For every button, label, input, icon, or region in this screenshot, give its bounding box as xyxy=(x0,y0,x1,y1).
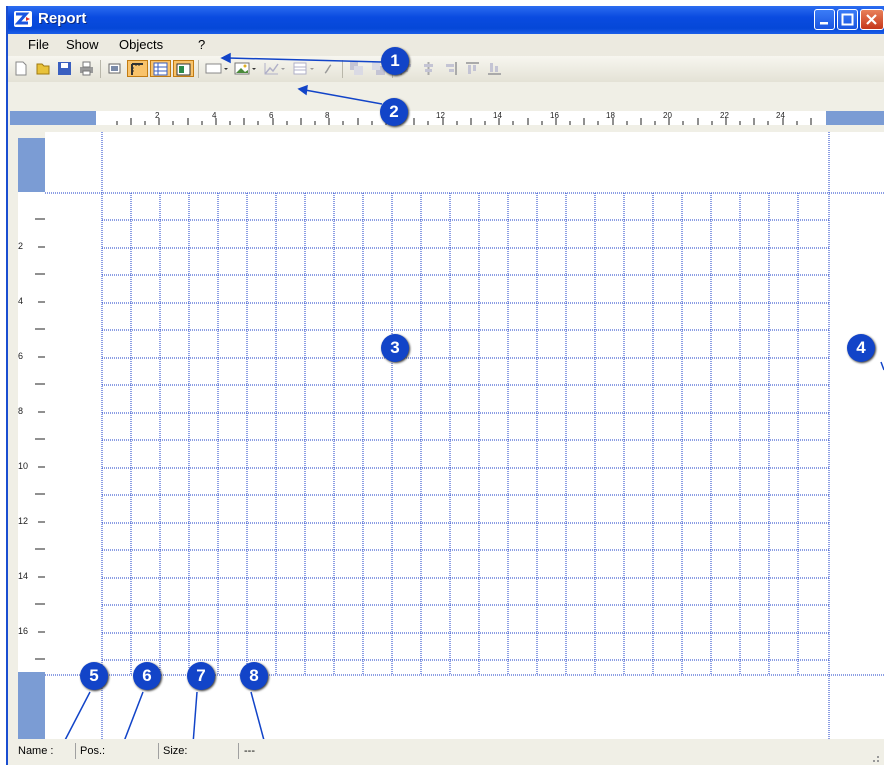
ruler-label: 8 xyxy=(325,111,330,120)
ruler-label: 18 xyxy=(606,111,615,120)
status-extra: --- xyxy=(244,745,255,757)
grid-icon[interactable] xyxy=(150,60,171,77)
align-top-icon[interactable] xyxy=(464,60,481,77)
menu-help[interactable]: ? xyxy=(198,37,205,52)
callout-badge: 6 xyxy=(133,662,161,690)
vertical-ruler: 2 4 6 8 10 12 14 16 xyxy=(8,130,45,745)
ruler-label: 4 xyxy=(18,296,24,306)
ruler-margin-top xyxy=(18,138,45,192)
menu-bar: File Show Objects ? xyxy=(8,34,884,56)
status-position: Pos.: xyxy=(80,745,106,757)
ruler-margin-right xyxy=(826,111,884,125)
callout-badge: 1 xyxy=(381,47,409,75)
title-bar[interactable]: Report xyxy=(8,6,884,34)
ruler-label: 22 xyxy=(720,111,729,120)
callout-badge: 3 xyxy=(381,334,409,362)
ruler-label: 8 xyxy=(18,406,24,416)
ruler-label: 2 xyxy=(18,241,24,251)
minimize-button[interactable] xyxy=(814,9,835,30)
align-bottom-icon[interactable] xyxy=(486,60,503,77)
rectangle-icon[interactable] xyxy=(204,60,230,77)
ruler-label: 24 xyxy=(776,111,785,120)
ruler-page-area: 2 4 6 8 12 14 16 18 20 22 24 xyxy=(96,111,826,125)
print-icon[interactable] xyxy=(78,60,95,77)
ruler-label: 14 xyxy=(18,571,29,581)
ruler-label: 2 xyxy=(155,111,160,120)
menu-show[interactable]: Show xyxy=(66,37,99,52)
ruler-margin-bottom xyxy=(18,672,45,740)
ruler-icon[interactable] xyxy=(127,60,148,77)
chart-icon[interactable] xyxy=(262,60,288,77)
ruler-label: 12 xyxy=(18,516,29,526)
menu-objects[interactable]: Objects xyxy=(119,37,163,52)
ruler-label: 6 xyxy=(269,111,274,120)
ruler-page-area xyxy=(18,192,45,672)
report-design-canvas[interactable] xyxy=(45,132,884,747)
callout-badge: 2 xyxy=(380,98,408,126)
ruler-label: 4 xyxy=(212,111,217,120)
ruler-label: 16 xyxy=(18,626,29,636)
ruler-label: 14 xyxy=(493,111,502,120)
preview-icon[interactable] xyxy=(173,60,194,77)
close-button[interactable] xyxy=(860,9,884,30)
ruler-label: 12 xyxy=(436,111,445,120)
formula-icon[interactable] xyxy=(320,60,337,77)
toolbar xyxy=(8,56,884,82)
callout-badge: 5 xyxy=(80,662,108,690)
ruler-label: 10 xyxy=(18,461,29,471)
open-icon[interactable] xyxy=(34,60,51,77)
properties-icon[interactable] xyxy=(106,60,123,77)
horizontal-ruler: 2 4 6 8 12 14 16 18 20 22 24 xyxy=(10,104,884,130)
picture-icon[interactable] xyxy=(233,60,259,77)
save-icon[interactable] xyxy=(56,60,73,77)
callout-badge: 4 xyxy=(847,334,875,362)
maximize-button[interactable] xyxy=(837,9,858,30)
toolbar-spacer xyxy=(8,82,884,104)
status-name: Name : xyxy=(18,745,54,757)
new-icon[interactable] xyxy=(12,60,29,77)
table-icon[interactable] xyxy=(291,60,317,77)
status-size: Size: xyxy=(163,745,188,757)
app-icon xyxy=(14,11,32,27)
align-right-icon[interactable] xyxy=(442,60,459,77)
bring-front-icon[interactable] xyxy=(348,60,365,77)
menu-file[interactable]: File xyxy=(28,37,49,52)
resize-grip-icon[interactable] xyxy=(868,751,880,763)
ruler-label: 6 xyxy=(18,351,24,361)
callout-badge: 8 xyxy=(240,662,268,690)
ruler-margin-left xyxy=(10,111,96,125)
callout-badge: 7 xyxy=(187,662,215,690)
ruler-label: 20 xyxy=(663,111,672,120)
align-center-icon[interactable] xyxy=(420,60,437,77)
status-bar: Name : Pos.: Size: --- xyxy=(8,739,884,765)
ruler-label: 16 xyxy=(550,111,559,120)
window-title: Report xyxy=(38,10,87,27)
